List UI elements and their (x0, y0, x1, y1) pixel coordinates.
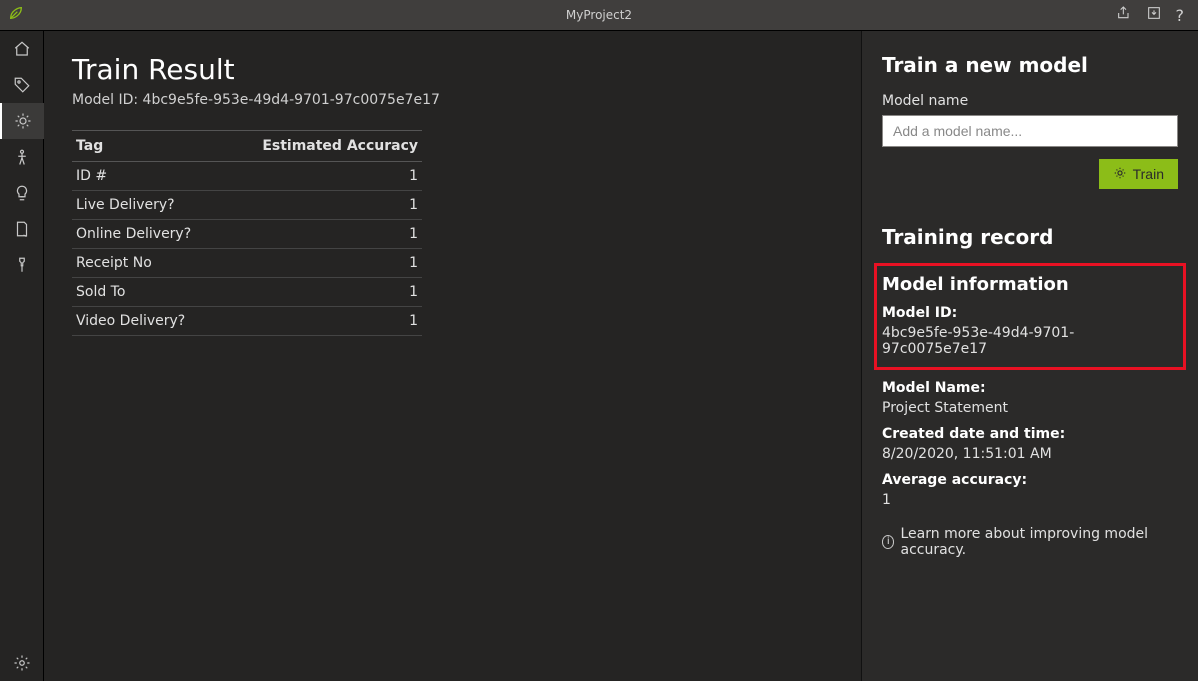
save-icon[interactable] (1146, 5, 1162, 25)
col-accuracy-header: Estimated Accuracy (222, 131, 422, 162)
nav-predict[interactable] (0, 175, 44, 211)
nav-settings[interactable] (0, 645, 44, 681)
model-id-line: Model ID: 4bc9e5fe-953e-49d4-9701-97c007… (72, 92, 833, 108)
table-row: Online Delivery?1 (72, 220, 422, 249)
train-new-heading: Train a new model (882, 53, 1178, 77)
model-name-label: Model name (882, 93, 1178, 109)
nav-connections[interactable] (0, 247, 44, 283)
training-record-heading: Training record (882, 225, 1178, 249)
model-info-highlight: Model information Model ID: 4bc9e5fe-953… (874, 263, 1186, 370)
titlebar: MyProject2 ? (0, 0, 1198, 31)
table-row: Receipt No1 (72, 249, 422, 278)
table-row: ID #1 (72, 162, 422, 191)
app-logo-icon (8, 5, 24, 25)
avg-accuracy-value: 1 (882, 492, 1178, 508)
nav-home[interactable] (0, 31, 44, 67)
model-id-label: Model ID: (882, 305, 1178, 321)
model-name-info-value: Project Statement (882, 400, 1178, 416)
page-title: Train Result (72, 53, 833, 86)
created-value: 8/20/2020, 11:51:01 AM (882, 446, 1178, 462)
table-row: Sold To1 (72, 278, 422, 307)
nav-compose[interactable] (0, 139, 44, 175)
train-button[interactable]: Train (1099, 159, 1178, 189)
avg-accuracy-label: Average accuracy: (882, 472, 1178, 488)
model-name-info-label: Model Name: (882, 380, 1178, 396)
right-panel: Train a new model Model name Train Train… (861, 31, 1198, 681)
info-icon: i (882, 535, 894, 549)
train-button-label: Train (1133, 166, 1164, 182)
sidebar (0, 31, 44, 681)
main-content: Train Result Model ID: 4bc9e5fe-953e-49d… (44, 31, 861, 681)
model-id-value: 4bc9e5fe-953e-49d4-9701-97c0075e7e17 (882, 325, 1178, 357)
project-title: MyProject2 (0, 8, 1198, 22)
gear-icon (1113, 166, 1127, 183)
nav-train[interactable] (0, 103, 44, 139)
created-label: Created date and time: (882, 426, 1178, 442)
share-icon[interactable] (1116, 5, 1132, 25)
help-icon[interactable]: ? (1176, 6, 1185, 25)
learn-more-text: Learn more about improving model accurac… (900, 526, 1178, 558)
model-name-input[interactable] (882, 115, 1178, 147)
results-table: Tag Estimated Accuracy ID #1 Live Delive… (72, 130, 422, 336)
nav-tags[interactable] (0, 67, 44, 103)
col-tag-header: Tag (72, 131, 222, 162)
nav-document[interactable] (0, 211, 44, 247)
table-row: Live Delivery?1 (72, 191, 422, 220)
table-row: Video Delivery?1 (72, 307, 422, 336)
learn-more-link[interactable]: i Learn more about improving model accur… (882, 526, 1178, 558)
model-info-heading: Model information (882, 274, 1178, 295)
